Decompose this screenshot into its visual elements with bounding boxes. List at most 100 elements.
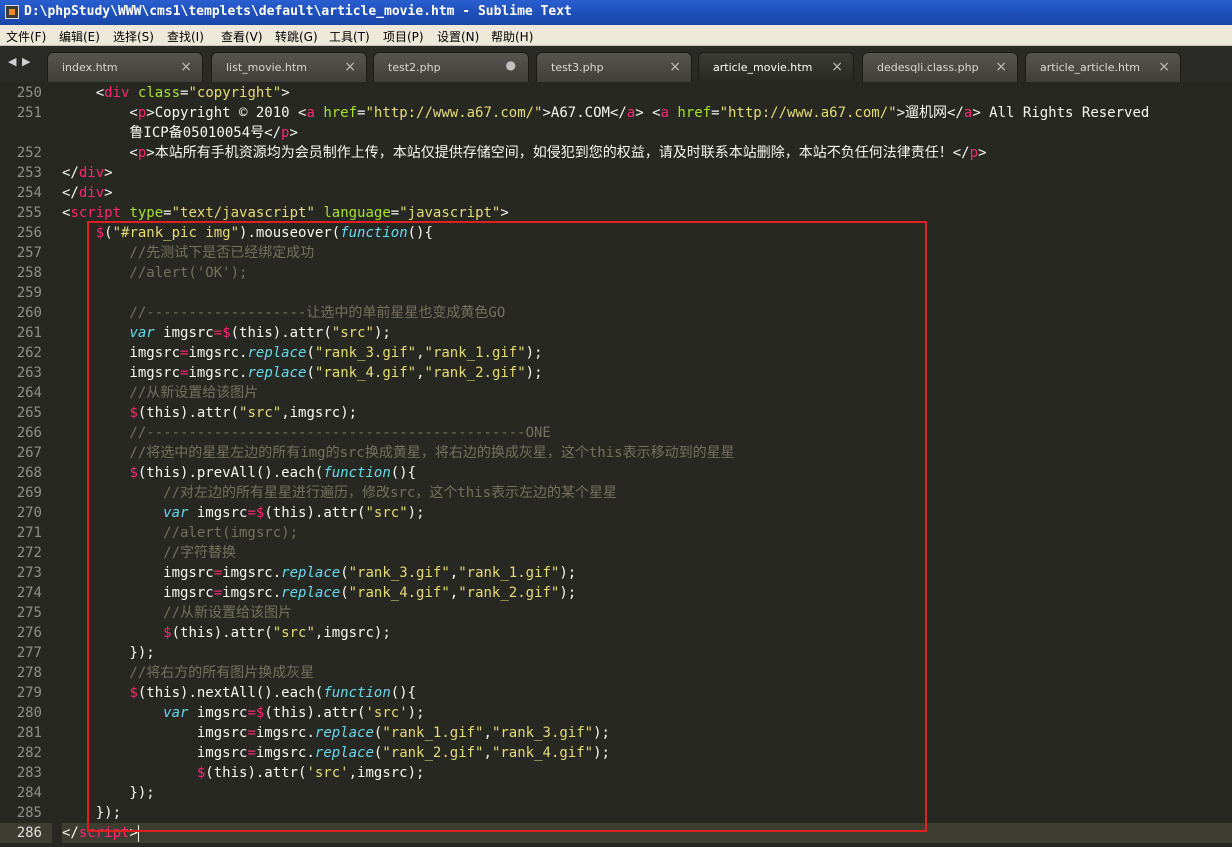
tab-prev-icon[interactable]: ◀ <box>8 55 16 68</box>
code-line[interactable]: }); <box>62 803 121 823</box>
code-token: = <box>247 505 256 521</box>
code-token: ,imgsrc); <box>314 625 391 641</box>
code-line[interactable]: }); <box>62 643 154 663</box>
close-icon[interactable]: × <box>995 59 1007 75</box>
code-token: replace <box>281 585 341 601</box>
code-token: //alert('OK'); <box>62 265 248 281</box>
code-token: imgsrc <box>62 565 214 581</box>
code-token: , <box>449 565 459 581</box>
code-line[interactable]: //alert('OK'); <box>62 263 247 283</box>
line-number: 267 <box>16 445 42 461</box>
menu-item[interactable]: 选择(S) <box>113 28 154 45</box>
tab[interactable]: article_article.htm × <box>1025 52 1181 82</box>
menu-item[interactable]: 查看(V) <box>221 28 263 45</box>
code-line[interactable]: $(this).prevAll().each(function(){ <box>62 463 416 483</box>
code-token: ); <box>407 705 425 721</box>
code-line[interactable]: $(this).attr('src',imgsrc); <box>62 763 425 783</box>
code-line[interactable]: var imgsrc=$(this).attr('src'); <box>62 703 425 723</box>
line-number: 269 <box>16 485 42 501</box>
code-line[interactable]: $(this).attr("src",imgsrc); <box>62 403 357 423</box>
code-line[interactable]: //对左边的所有星星进行遍历，修改src，这个this表示左边的某个星星 <box>62 483 617 503</box>
code-line[interactable]: var imgsrc=$(this).attr("src"); <box>62 503 424 523</box>
code-line[interactable]: <script type="text/javascript" language=… <box>62 203 509 223</box>
close-icon[interactable]: × <box>1158 59 1170 75</box>
code-token: imgsrc <box>154 325 214 341</box>
code-line[interactable]: //将右方的所有图片换成灰星 <box>62 663 314 683</box>
code-token: > <box>104 185 113 201</box>
menu-item[interactable]: 工具(T) <box>329 28 370 45</box>
unsaved-dot-icon[interactable]: ● <box>506 58 516 72</box>
tab-next-icon[interactable]: ▶ <box>22 55 30 68</box>
code-token: = <box>213 325 223 341</box>
code-token: //先测试下是否已经绑定成功 <box>62 245 315 261</box>
code-token: < <box>62 85 105 101</box>
line-number: 280 <box>16 705 42 721</box>
code-token: //-------------------让选中的单前星星也变成黄色GO <box>62 305 506 321</box>
tab[interactable]: test3.php × <box>536 52 692 82</box>
tab-label: article_article.htm <box>1040 61 1141 74</box>
tab[interactable]: list_movie.htm × <box>211 52 367 82</box>
code-line[interactable]: //将选中的星星左边的所有img的src换成黄星，将右边的换成灰星，这个this… <box>62 443 734 463</box>
code-token: > <box>500 205 509 221</box>
tab[interactable]: test2.php ● <box>373 52 529 82</box>
code-line[interactable]: 鲁ICP备05010054号</p> <box>62 123 298 143</box>
code-line[interactable]: $("#rank_pic img").mouseover(function(){ <box>62 223 433 243</box>
code-line[interactable]: //字符替换 <box>62 543 236 563</box>
code-line[interactable]: <div class="copyright"> <box>62 83 290 103</box>
code-editor[interactable]: <div class="copyright"> <p>Copyright © 2… <box>62 82 1232 847</box>
code-token: 'src' <box>306 765 349 781</box>
close-icon[interactable]: × <box>344 59 356 75</box>
menu-item[interactable]: 设置(N) <box>437 28 479 45</box>
code-line[interactable]: </div> <box>62 163 113 183</box>
code-token: replace <box>281 565 341 581</box>
menu-item[interactable]: 文件(F) <box>6 28 46 45</box>
tab[interactable]: article_movie.htm × <box>698 52 854 82</box>
menu-item[interactable]: 项目(P) <box>383 28 424 45</box>
close-icon[interactable]: × <box>180 59 192 75</box>
code-token: > <box>289 125 298 141</box>
code-line[interactable]: $(this).nextAll().each(function(){ <box>62 683 416 703</box>
code-line[interactable]: imgsrc=imgsrc.replace("rank_3.gif","rank… <box>62 563 576 583</box>
code-line[interactable]: //先测试下是否已经绑定成功 <box>62 243 314 263</box>
code-line[interactable]: imgsrc=imgsrc.replace("rank_3.gif","rank… <box>62 343 542 363</box>
code-line[interactable]: imgsrc=imgsrc.replace("rank_1.gif","rank… <box>62 723 610 743</box>
code-token: imgsrc <box>188 505 248 521</box>
code-line[interactable]: var imgsrc=$(this).attr("src"); <box>62 323 390 343</box>
code-line[interactable]: imgsrc=imgsrc.replace("rank_2.gif","rank… <box>62 743 610 763</box>
close-icon[interactable]: × <box>831 59 843 75</box>
code-token: type <box>129 205 164 221</box>
menu-item[interactable]: 查找(I) <box>167 28 204 45</box>
code-line[interactable]: </script> <box>62 823 1232 843</box>
code-line[interactable]: //-------------------让选中的单前星星也变成黄色GO <box>62 303 505 323</box>
code-token: "rank_1.gif" <box>382 725 484 741</box>
code-line[interactable]: //从新设置给该图片 <box>62 603 292 623</box>
tab[interactable]: index.htm × <box>47 52 203 82</box>
close-icon[interactable]: × <box>669 59 681 75</box>
code-token: div <box>78 185 105 201</box>
menu-item[interactable]: 编辑(E) <box>59 28 100 45</box>
code-token: "src" <box>239 405 282 421</box>
code-token: = <box>711 105 720 121</box>
code-line[interactable]: < p>本站所有手机资源均为会员制作上传，本站仅提供存储空间，如侵犯到您的权益，请… <box>62 143 986 163</box>
code-token: >A67.COM</ <box>542 105 627 121</box>
code-line[interactable]: imgsrc=imgsrc.replace("rank_4.gif","rank… <box>62 363 542 383</box>
code-line[interactable]: //alert(imgsrc); <box>62 523 298 543</box>
code-token: (this).attr( <box>264 505 366 521</box>
code-token: $ <box>129 405 138 421</box>
code-line[interactable]: <p>Copyright © 2010 <a href="http://www.… <box>62 103 1149 123</box>
line-number: 257 <box>16 245 42 261</box>
code-line[interactable]: //--------------------------------------… <box>62 423 550 443</box>
code-line[interactable]: imgsrc=imgsrc.replace("rank_4.gif","rank… <box>62 583 576 603</box>
code-line[interactable]: //从新设置给该图片 <box>62 383 258 403</box>
menu-item[interactable]: 帮助(H) <box>491 28 533 45</box>
menu-item[interactable]: 转跳(G) <box>275 28 318 45</box>
line-number: 260 <box>16 305 42 321</box>
code-line[interactable]: $(this).attr("src",imgsrc); <box>62 623 391 643</box>
line-number: 262 <box>16 345 42 361</box>
code-token: 鲁ICP备05010054号</ <box>62 125 282 141</box>
tab[interactable]: dedesqli.class.php × <box>862 52 1018 82</box>
code-line[interactable]: }); <box>62 783 154 803</box>
code-line[interactable]: </div> <box>62 183 113 203</box>
